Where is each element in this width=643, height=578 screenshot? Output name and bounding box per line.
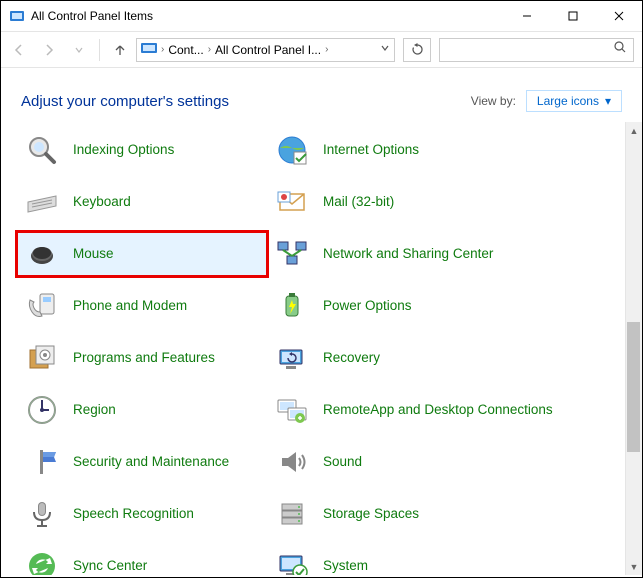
view-by-control: View by: Large icons ▾ (471, 90, 622, 112)
item-label: Power Options (323, 298, 412, 314)
item-power-options[interactable]: Power Options (267, 284, 567, 328)
address-bar[interactable]: › Cont... › All Control Panel I... › (136, 38, 395, 62)
keyboard-icon (25, 185, 59, 219)
view-by-label: View by: (471, 94, 516, 108)
view-by-dropdown[interactable]: Large icons ▾ (526, 90, 622, 112)
nav-back-button[interactable] (5, 36, 33, 64)
control-panel-icon (9, 8, 25, 24)
power-icon (275, 289, 309, 323)
indexing-icon (25, 133, 59, 167)
nav-forward-button[interactable] (35, 36, 63, 64)
breadcrumb-current[interactable]: All Control Panel I... (215, 43, 321, 57)
item-network-sharing[interactable]: Network and Sharing Center (267, 232, 567, 276)
mail-icon (275, 185, 309, 219)
breadcrumb-root[interactable]: Cont... (168, 43, 203, 57)
mouse-icon (25, 237, 59, 271)
view-by-value: Large icons (537, 94, 599, 108)
close-button[interactable] (596, 1, 642, 31)
search-icon (613, 40, 627, 59)
recovery-icon (275, 341, 309, 375)
item-label: Mouse (73, 246, 114, 262)
item-phone-modem[interactable]: Phone and Modem (17, 284, 267, 328)
window-controls (504, 1, 642, 31)
item-remoteapp[interactable]: RemoteApp and Desktop Connections (267, 388, 567, 432)
sound-icon (275, 445, 309, 479)
internet-icon (275, 133, 309, 167)
nav-separator (99, 39, 100, 61)
item-label: Mail (32-bit) (323, 194, 394, 210)
item-label: Speech Recognition (73, 506, 194, 522)
item-label: Indexing Options (73, 142, 174, 158)
speech-icon (25, 497, 59, 531)
crumb-separator-icon: › (325, 44, 328, 55)
content-area: Indexing Options Internet Options Keyboa… (1, 122, 642, 575)
item-label: Phone and Modem (73, 298, 187, 314)
address-history-dropdown[interactable] (380, 43, 390, 56)
scroll-thumb[interactable] (627, 322, 640, 452)
page-title: Adjust your computer's settings (21, 93, 229, 110)
item-system[interactable]: System (267, 544, 567, 575)
item-label: Network and Sharing Center (323, 246, 493, 262)
item-indexing-options[interactable]: Indexing Options (17, 128, 267, 172)
window-title: All Control Panel Items (31, 9, 504, 23)
refresh-button[interactable] (403, 38, 431, 62)
item-label: Recovery (323, 350, 380, 366)
scroll-up-button[interactable]: ▲ (626, 122, 642, 139)
item-label: Sound (323, 454, 362, 470)
item-label: RemoteApp and Desktop Connections (323, 402, 553, 418)
scroll-down-button[interactable]: ▼ (626, 558, 642, 575)
security-icon (25, 445, 59, 479)
network-icon (275, 237, 309, 271)
remoteapp-icon (275, 393, 309, 427)
item-internet-options[interactable]: Internet Options (267, 128, 567, 172)
item-mouse[interactable]: Mouse (17, 232, 267, 276)
item-label: Region (73, 402, 116, 418)
nav-up-button[interactable] (106, 36, 134, 64)
item-region[interactable]: Region (17, 388, 267, 432)
maximize-button[interactable] (550, 1, 596, 31)
search-input[interactable] (439, 38, 634, 62)
item-label: Programs and Features (73, 350, 215, 366)
region-icon (25, 393, 59, 427)
item-label: Internet Options (323, 142, 419, 158)
item-mail[interactable]: Mail (32-bit) (267, 180, 567, 224)
system-icon (275, 549, 309, 575)
chevron-down-icon: ▾ (605, 94, 611, 108)
item-label: Security and Maintenance (73, 454, 229, 470)
item-label: Keyboard (73, 194, 131, 210)
item-programs-features[interactable]: Programs and Features (17, 336, 267, 380)
item-label: Storage Spaces (323, 506, 419, 522)
crumb-separator-icon: › (208, 44, 211, 55)
phone-icon (25, 289, 59, 323)
item-sound[interactable]: Sound (267, 440, 567, 484)
programs-icon (25, 341, 59, 375)
items-grid: Indexing Options Internet Options Keyboa… (1, 122, 624, 575)
vertical-scrollbar[interactable]: ▲ ▼ (625, 122, 642, 575)
item-sync-center[interactable]: Sync Center (17, 544, 267, 575)
navbar: › Cont... › All Control Panel I... › (1, 32, 642, 68)
item-recovery[interactable]: Recovery (267, 336, 567, 380)
item-label: System (323, 558, 368, 574)
storage-icon (275, 497, 309, 531)
sync-icon (25, 549, 59, 575)
item-speech-recognition[interactable]: Speech Recognition (17, 492, 267, 536)
item-label: Sync Center (73, 558, 147, 574)
titlebar[interactable]: All Control Panel Items (1, 1, 642, 32)
address-icon (141, 42, 157, 57)
content-header: Adjust your computer's settings View by:… (1, 68, 642, 122)
item-security-maintenance[interactable]: Security and Maintenance (17, 440, 267, 484)
crumb-separator-icon: › (161, 44, 164, 55)
item-storage-spaces[interactable]: Storage Spaces (267, 492, 567, 536)
minimize-button[interactable] (504, 1, 550, 31)
nav-recent-dropdown[interactable] (65, 36, 93, 64)
item-keyboard[interactable]: Keyboard (17, 180, 267, 224)
